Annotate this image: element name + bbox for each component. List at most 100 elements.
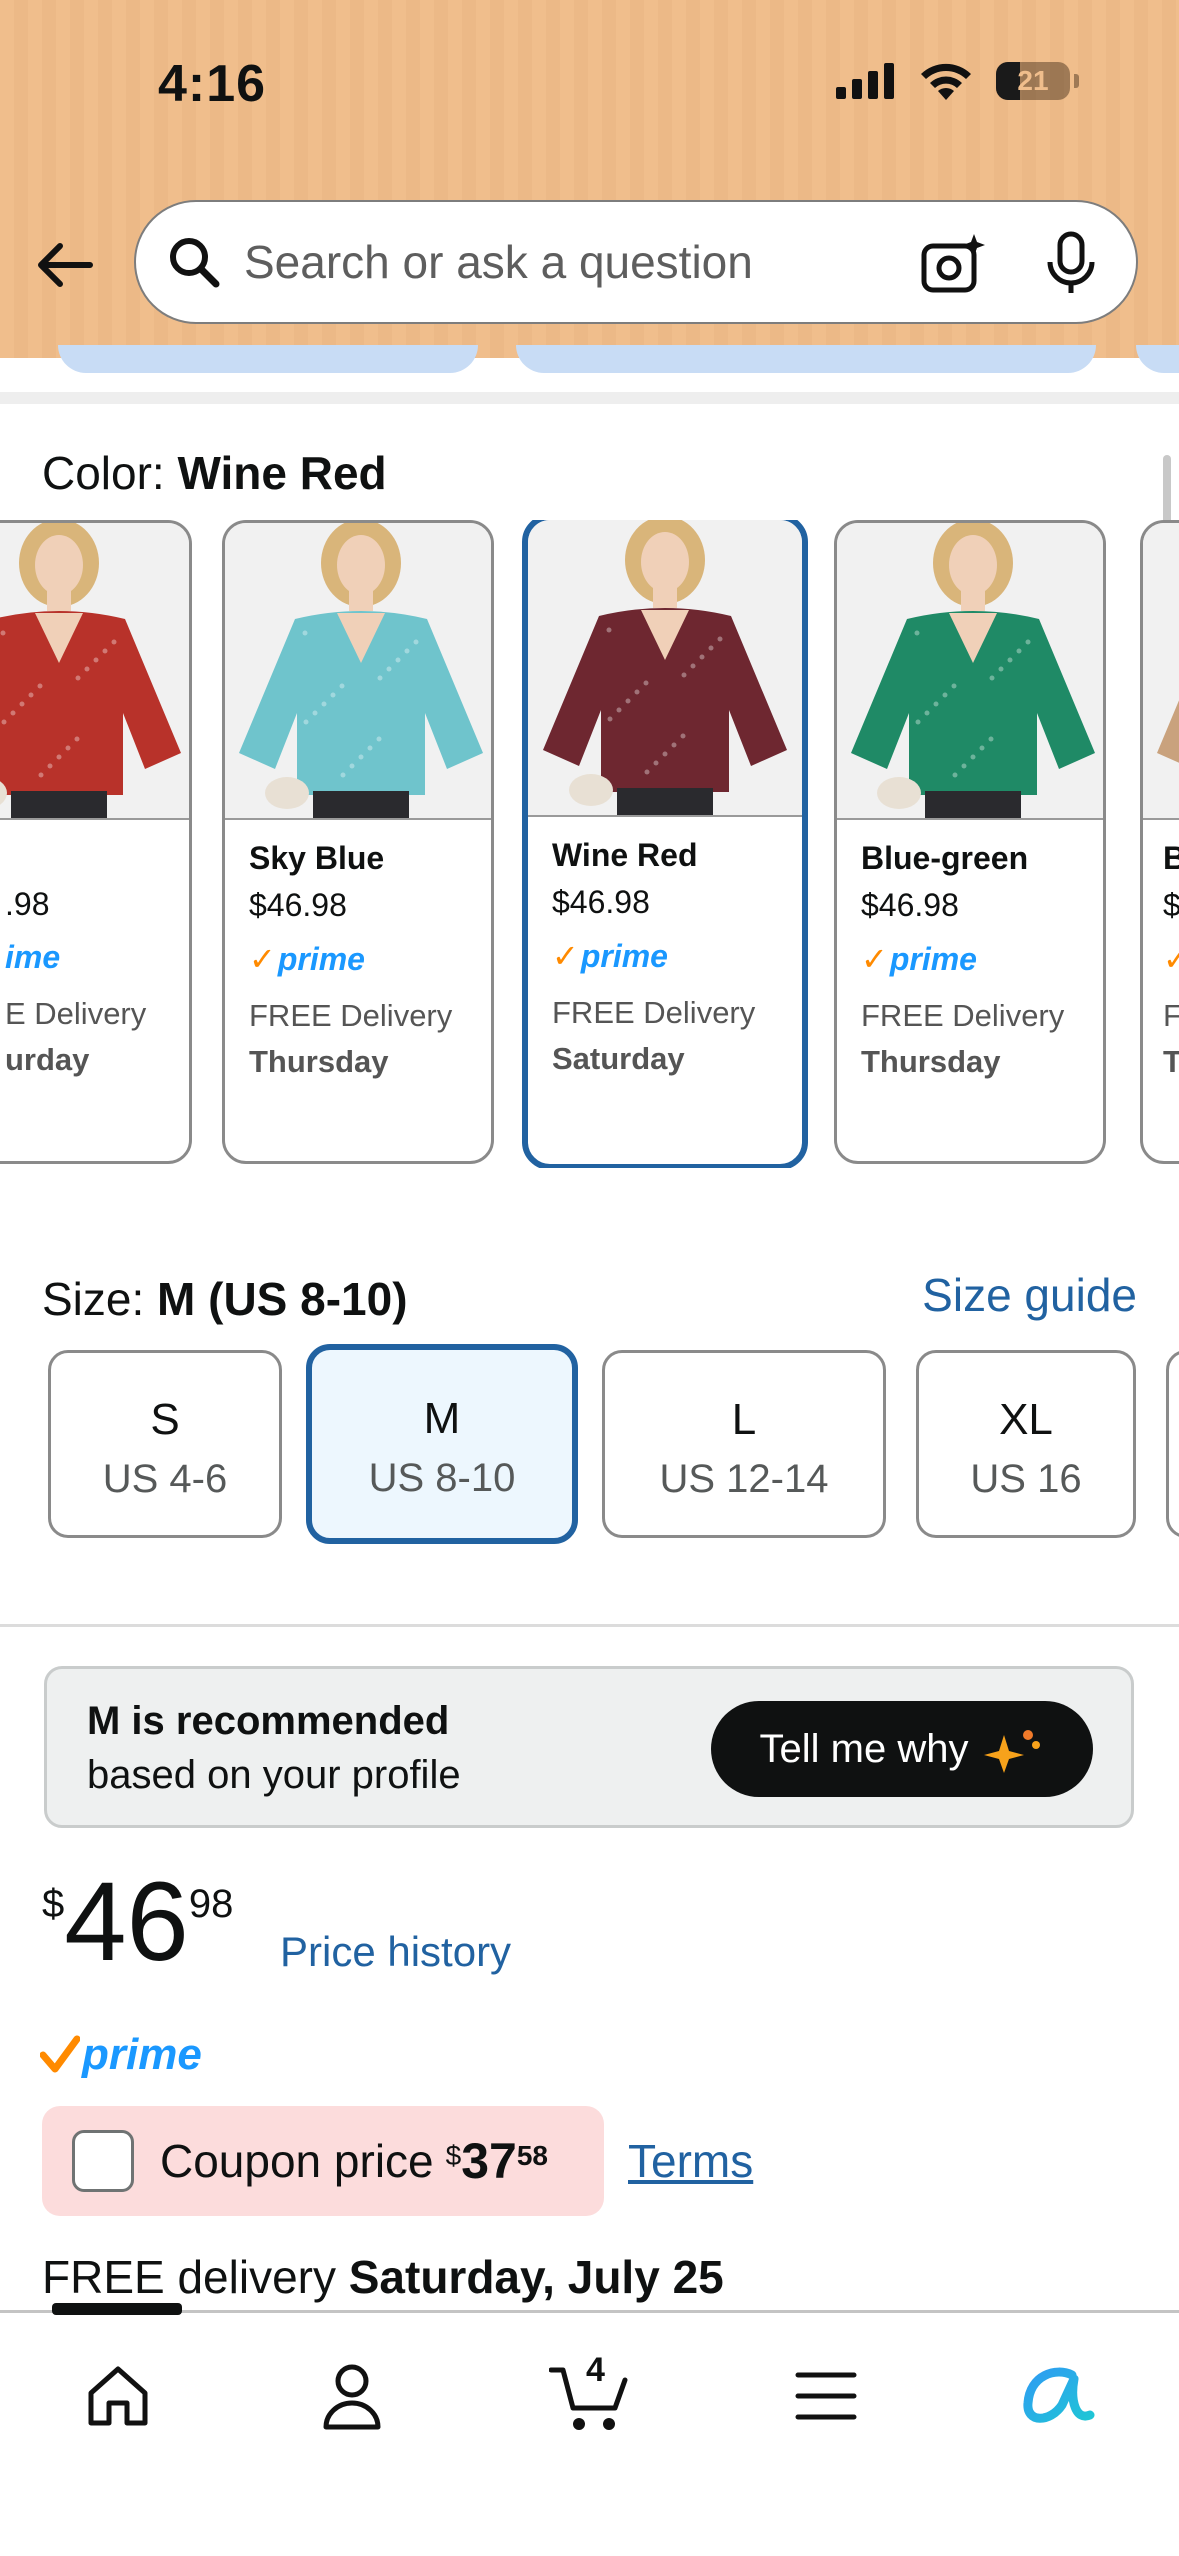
size-us: US 8-10: [368, 1456, 516, 1500]
size-us: US 12-14: [659, 1457, 829, 1501]
header: 4:16 21: [0, 0, 1179, 373]
swatch-delivery: FREE Delivery: [552, 995, 756, 1030]
product-price: $ 46 98: [42, 1866, 233, 1978]
size-option-m-selected[interactable]: M US 8-10: [306, 1344, 578, 1544]
color-swatch[interactable]: .98 ime E Delivery urday: [0, 520, 192, 1164]
size-label-prefix: Size:: [42, 1273, 158, 1325]
swatch-delivery-day: urday: [5, 1042, 90, 1077]
price-symbol: $: [42, 1882, 65, 1926]
color-swatch[interactable]: Sky Blue $46.98 ✓ prime FREE Delivery Thu…: [222, 520, 494, 1164]
swatch-name: Wine Red: [552, 837, 698, 873]
swatch-delivery-day: Saturday: [552, 1041, 685, 1076]
swatch-delivery-day: Thursday: [249, 1044, 389, 1079]
prime-badge: ✓ prime: [552, 937, 668, 975]
filter-pill-hint: [1136, 345, 1179, 373]
size-label: Size: M (US 8-10): [42, 1272, 408, 1326]
home-icon: [88, 2366, 148, 2426]
swatch-name: Blue-green: [861, 840, 1029, 876]
price-fraction: 98: [188, 1882, 234, 1926]
delivery-prefix: FREE delivery: [42, 2251, 349, 2303]
selected-color: Wine Red: [177, 447, 387, 499]
swatch-name: Sky Blue: [249, 840, 385, 876]
battery-level: 21: [1017, 65, 1049, 96]
size-option-s[interactable]: S US 4-6: [48, 1350, 282, 1538]
color-swatch[interactable]: B $ ✓ F T: [1140, 520, 1179, 1164]
price-whole: 46: [64, 1859, 189, 1984]
product-image: [225, 523, 491, 820]
signal-icon: [836, 63, 894, 99]
selected-size: M (US 8-10): [157, 1273, 408, 1325]
search-icon: [170, 238, 220, 288]
section-divider: [0, 1624, 1179, 1627]
tell-me-why-label: Tell me why: [759, 1726, 969, 1771]
battery-icon: 21: [996, 62, 1070, 100]
delivery-date: Saturday, July 25: [348, 2251, 724, 2303]
price-history-link[interactable]: Price history: [280, 1928, 511, 1976]
coupon-checkbox[interactable]: [72, 2130, 134, 2192]
size-option-xl[interactable]: XL US 16: [916, 1350, 1136, 1538]
camera-search-icon[interactable]: [920, 234, 986, 296]
size-option-more[interactable]: [1166, 1350, 1179, 1538]
color-swatch[interactable]: Blue-green $46.98 ✓ prime FREE Delivery T…: [834, 520, 1106, 1164]
nav-account[interactable]: [302, 2351, 402, 2441]
nav-cart[interactable]: 4: [540, 2351, 640, 2441]
filter-pill-hint: [58, 345, 478, 373]
swatch-delivery: F: [1163, 998, 1179, 1034]
prime-badge: ✓ prime: [861, 940, 977, 978]
bottom-nav: 4: [0, 2303, 1179, 2556]
account-icon: [323, 2364, 381, 2430]
size-option-l[interactable]: L US 12-14: [602, 1350, 886, 1538]
sparkle-icon: [984, 1730, 1041, 1773]
back-arrow-icon[interactable]: [30, 230, 100, 300]
tell-me-why-button[interactable]: Tell me why: [711, 1701, 1093, 1797]
swatch-price: .98: [5, 886, 50, 922]
status-icons: 21: [836, 60, 1079, 102]
prime-check-icon: [40, 2035, 80, 2073]
size-code: XL: [999, 1395, 1053, 1444]
nav-active-indicator: [52, 2303, 182, 2315]
coupon-price-symbol: $: [445, 2140, 462, 2171]
search-input[interactable]: [242, 234, 846, 290]
nav-home[interactable]: [68, 2351, 168, 2441]
coupon-terms-link[interactable]: Terms: [628, 2134, 753, 2188]
color-swatch-carousel[interactable]: .98 ime E Delivery urday Sky Blue $46.98…: [0, 520, 1179, 1168]
menu-icon: [795, 2372, 857, 2420]
swatch-name: B: [1163, 840, 1179, 877]
swatch-delivery: FREE Delivery: [249, 998, 453, 1033]
cart-count: 4: [586, 2351, 605, 2389]
nav-menu[interactable]: [776, 2351, 876, 2441]
coupon-price-whole: 37: [461, 2133, 517, 2189]
swatch-delivery: E Delivery: [5, 996, 147, 1031]
status-time: 4:16: [158, 55, 267, 113]
coupon-price-fraction: 58: [516, 2140, 548, 2171]
swatch-price: $46.98: [861, 887, 959, 923]
nav-rufus[interactable]: [1008, 2351, 1108, 2441]
color-swatch-selected[interactable]: Wine Red $46.98 ✓ prime FREE Delivery Sat…: [522, 520, 808, 1168]
search-bar[interactable]: [134, 200, 1138, 324]
color-label-prefix: Color:: [42, 447, 178, 499]
swatch-delivery: FREE Delivery: [861, 998, 1065, 1033]
prime-badge: ime: [5, 939, 61, 975]
size-guide-link[interactable]: Size guide: [922, 1268, 1137, 1322]
swatch-delivery-day: Thursday: [861, 1044, 1001, 1079]
prime-badge: ✓: [1163, 940, 1179, 978]
size-code: S: [150, 1395, 180, 1444]
rufus-ai-icon: [1023, 2367, 1095, 2423]
swatch-price: $: [1163, 887, 1179, 924]
size-us: US 4-6: [102, 1457, 228, 1501]
recommendation-title: M is recommended: [87, 1699, 450, 1743]
swatch-price: $46.98: [249, 887, 347, 923]
color-label: Color: Wine Red: [42, 446, 387, 500]
coupon-price: $ 37 58: [446, 2136, 548, 2186]
microphone-icon[interactable]: [1040, 230, 1102, 296]
size-recommendation: M is recommended based on your profile T…: [44, 1666, 1134, 1828]
wifi-icon: [921, 63, 971, 100]
coupon-box[interactable]: Coupon price $ 37 58: [42, 2106, 604, 2216]
prime-logo: prime: [40, 2030, 202, 2080]
section-divider: [0, 392, 1179, 404]
coupon-label: Coupon price: [160, 2135, 434, 2187]
swatch-price: $46.98: [552, 884, 650, 920]
product-image: [0, 523, 189, 820]
size-code: M: [423, 1394, 461, 1443]
prime-text: prime: [82, 2030, 202, 2079]
